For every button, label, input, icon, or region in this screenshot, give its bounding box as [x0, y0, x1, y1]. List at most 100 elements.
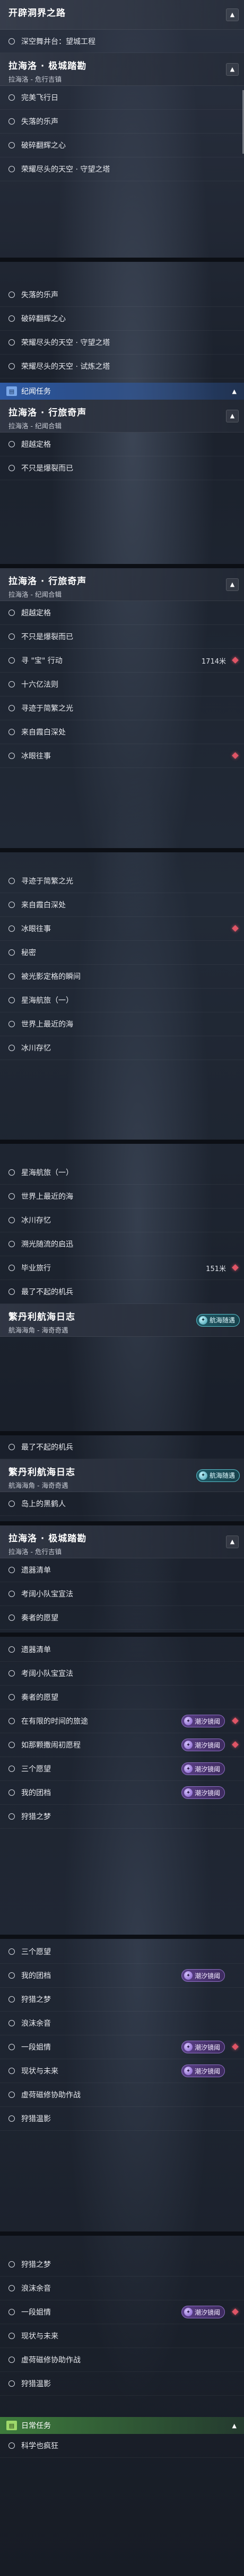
quest-header[interactable]: 开辟洞界之路 ▲	[0, 0, 244, 30]
quest-step[interactable]: 完美飞行日	[0, 86, 244, 110]
quest-step[interactable]: 超越定格	[0, 433, 244, 456]
divider	[0, 1521, 244, 1525]
quest-step[interactable]: 现状与未来 ✦ 潮汐镜阈	[0, 2059, 244, 2083]
event-tag: ✦ 潮汐镜阈	[181, 1762, 225, 1775]
quest-step[interactable]: 冰川存忆	[0, 1208, 244, 1232]
quest-step[interactable]: 不只是爆裂而已	[0, 625, 244, 649]
quest-step[interactable]: 寻迹于简繁之光	[0, 696, 244, 720]
tracking-marker-icon[interactable]	[232, 1264, 239, 1271]
tracking-marker-icon[interactable]	[232, 657, 239, 664]
quest-step[interactable]: 被光影定格的瞬间	[0, 965, 244, 989]
circle-icon	[8, 38, 15, 45]
quest-step[interactable]: 寻迹于简繁之光	[0, 869, 244, 893]
collapse-caret-icon[interactable]: ▲	[226, 63, 239, 76]
circle-icon	[8, 1241, 15, 1247]
quest-step[interactable]: 深空舞井台：望城工程	[0, 30, 244, 53]
quest-step[interactable]: 狩猎温影	[0, 2107, 244, 2131]
quest-step[interactable]: 我的团档 ✦ 潮汐镜阈	[0, 1964, 244, 1988]
quest-step[interactable]: 三个愿望 ✦ 潮汐镜阈	[0, 1757, 244, 1781]
quest-step[interactable]: 最了不起的机兵	[0, 1280, 244, 1304]
quest-step[interactable]: 如那颗撒闹初愿程 ✦ 潮汐镜阈	[0, 1733, 244, 1757]
quest-step[interactable]: 浪沫余音	[0, 2277, 244, 2300]
quest-header[interactable]: 繁丹利航海日志 航海海角 - 海奇奇遇 ✦ 航海随遇	[0, 1304, 244, 1337]
quest-step[interactable]: 失落的乐声	[0, 110, 244, 134]
quest-step[interactable]: 考阔小队宝宣法	[0, 1662, 244, 1686]
quest-header[interactable]: 拉海洛 · 行旅奇声 拉海洛 - 纪闻合辑 ▲	[0, 568, 244, 601]
quest-header[interactable]: 拉海洛 · 极城踏勘 拉海洛 - 危行吉镇 ▲	[0, 1525, 244, 1558]
collapse-caret-icon[interactable]: ▲	[226, 409, 239, 422]
quest-step[interactable]: 来自霞白深处	[0, 720, 244, 744]
circle-icon	[8, 1567, 15, 1573]
event-tag: ✦ 航海随遇	[196, 1469, 240, 1482]
quest-step[interactable]: 冰眼往事	[0, 744, 244, 768]
quest-step[interactable]: 寻 "宝" 行动 1714米	[0, 649, 244, 673]
collapse-caret-icon[interactable]: ▲	[226, 578, 239, 591]
quest-step[interactable]: 破碎翻辉之心	[0, 134, 244, 157]
quest-step[interactable]: 现状与未来	[0, 2324, 244, 2348]
quest-step[interactable]: 冰眼往事	[0, 917, 244, 941]
circle-icon	[8, 729, 15, 735]
collapse-caret-icon[interactable]: ▲	[226, 1535, 239, 1548]
quest-step[interactable]: 溯光随流的启迅	[0, 1232, 244, 1256]
quest-step[interactable]: 失落的乐声	[0, 283, 244, 307]
quest-step[interactable]: 科学也疯狂	[0, 2434, 244, 2458]
quest-step[interactable]: 浪沫余音	[0, 2012, 244, 2035]
collapse-caret-icon: ▲	[232, 387, 237, 395]
circle-icon	[8, 1444, 15, 1450]
quest-step[interactable]: 虚荷磁修协助作战	[0, 2083, 244, 2107]
quest-step[interactable]: 荣耀尽头的天空 · 试炼之塔	[0, 355, 244, 378]
divider	[0, 2231, 244, 2236]
quest-header[interactable]: 拉海洛 · 极城踏勘 拉海洛 - 危行吉镇 ▲	[0, 53, 244, 86]
category-bar[interactable]: ▤ 纪闻任务 ▲	[0, 383, 244, 400]
quest-step[interactable]: 世界上最近的海	[0, 1012, 244, 1036]
quest-step[interactable]: 我的团档 ✦ 潮汐镜阈	[0, 1781, 244, 1805]
circle-icon	[8, 2333, 15, 2339]
category-bar[interactable]: ▤ 日常任务 ▲	[0, 2417, 244, 2434]
quest-step[interactable]: 狩猎之梦	[0, 2253, 244, 2277]
quest-step[interactable]: 世界上最近的海	[0, 1185, 244, 1208]
quest-step[interactable]: 破碎翻辉之心	[0, 307, 244, 331]
quest-step[interactable]: 遗器清单	[0, 1638, 244, 1662]
quest-step[interactable]: 奏者的愿望	[0, 1606, 244, 1630]
quest-header[interactable]: 拉海洛 · 行旅奇声 拉海洛 - 纪闻合辑 ▲	[0, 400, 244, 433]
quest-step[interactable]: 遗器清单	[0, 1558, 244, 1582]
circle-icon	[8, 902, 15, 908]
quest-step[interactable]: 星海航旅（一）	[0, 989, 244, 1012]
quest-step[interactable]: 冰川存忆	[0, 1036, 244, 1060]
quest-step[interactable]: 岛上的黑鹤人	[0, 1492, 244, 1516]
quest-step[interactable]: 一段姐情 ✦ 潮汐镜阈	[0, 2035, 244, 2059]
quest-step[interactable]: 三个愿望	[0, 1940, 244, 1964]
quest-step[interactable]: 一段姐情 ✦ 潮汐镜阈	[0, 2300, 244, 2324]
circle-icon	[8, 465, 15, 471]
quest-subtitle: 拉海洛 - 纪闻合辑	[8, 590, 62, 598]
quest-panel-7: 拉海洛 · 极城踏勘 拉海洛 - 危行吉镇 ▲ 遗器清单 考阔小队宝宣法 奏者的…	[0, 1525, 244, 1630]
quest-step[interactable]: 来自霞白深处	[0, 893, 244, 917]
quest-step[interactable]: 在有限的时间的旅途 ✦ 潮汐镜阈	[0, 1709, 244, 1733]
quest-step[interactable]: 狩猎温影	[0, 2372, 244, 2396]
quest-step[interactable]: 狩猎之梦	[0, 1805, 244, 1829]
quest-step[interactable]: 超越定格	[0, 601, 244, 625]
divider	[0, 1633, 244, 1637]
event-tag: ✦ 潮汐镜阈	[181, 2306, 225, 2318]
circle-icon	[8, 610, 15, 616]
quest-step[interactable]: 荣耀尽头的天空 · 守望之塔	[0, 331, 244, 355]
quest-step[interactable]: 毕业旅行 151米	[0, 1256, 244, 1280]
sparkle-icon: ✦	[184, 2043, 193, 2051]
quest-step[interactable]: 狩猎之梦	[0, 1988, 244, 2012]
circle-icon	[8, 142, 15, 148]
quest-header[interactable]: 繁丹利航海日志 航海海角 - 海奇奇遇 ✦ 航海随遇	[0, 1459, 244, 1492]
event-tag: ✦ 航海随遇	[196, 1313, 240, 1327]
quest-step[interactable]: 奏者的愿望	[0, 1686, 244, 1709]
circle-icon	[8, 1718, 15, 1724]
quest-step[interactable]: 考阔小队宝宣法	[0, 1582, 244, 1606]
collapse-caret-icon[interactable]: ▲	[226, 8, 239, 21]
quest-step[interactable]: 秘密	[0, 941, 244, 965]
quest-step[interactable]: 不只是爆裂而已	[0, 456, 244, 480]
quest-step[interactable]: 最了不起的机兵	[0, 1435, 244, 1459]
quest-step[interactable]: 虚荷磁修协助作战	[0, 2348, 244, 2372]
quest-step[interactable]: 十六亿法则	[0, 673, 244, 696]
event-tag: ✦ 潮汐镜阈	[181, 2065, 225, 2077]
quest-step[interactable]: 星海航旅（一）	[0, 1161, 244, 1185]
quest-panel-8: 遗器清单 考阔小队宝宣法 奏者的愿望 在有限的时间的旅途 ✦ 潮汐镜阈 如那颗撒闹初…	[0, 1638, 244, 1829]
quest-step[interactable]: 荣耀尽头的天空 · 守望之塔	[0, 157, 244, 181]
